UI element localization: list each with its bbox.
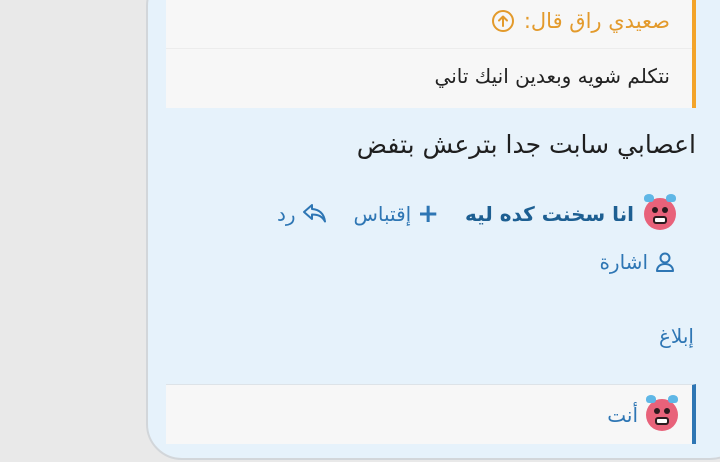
mention-label: اشارة xyxy=(599,250,648,274)
reactions-summary-label[interactable]: أنت xyxy=(607,403,638,427)
quote-button-label: إقتباس xyxy=(353,202,412,226)
reply-icon xyxy=(302,203,328,225)
quote-header[interactable]: صعيدي راق قال: xyxy=(491,4,670,38)
hot-face-emoji-icon xyxy=(646,395,678,431)
mention-button[interactable]: اشارة xyxy=(599,250,676,274)
quote-author[interactable]: صعيدي راق قال: xyxy=(524,9,670,33)
reactions-summary[interactable]: أنت xyxy=(166,384,696,444)
arrow-up-circle-icon[interactable] xyxy=(491,10,514,32)
post-message: اعصابي سابت جدا بترعش بتفض xyxy=(356,130,696,159)
report-link[interactable]: إبلاغ xyxy=(659,324,694,348)
quote-divider xyxy=(166,48,692,49)
reply-button[interactable]: رد xyxy=(277,202,328,226)
quote-text: نتكلم شويه وبعدين انيك تاني xyxy=(434,64,670,88)
hot-face-emoji-icon xyxy=(644,194,676,230)
plus-icon: + xyxy=(417,199,440,229)
post-actions: انا سخنت كده ليه + إقتباس رد xyxy=(277,194,676,232)
quote-block: صعيدي راق قال: نتكلم شويه وبعدين انيك تا… xyxy=(166,0,696,108)
user-icon xyxy=(654,251,676,273)
reaction-label: انا سخنت كده ليه xyxy=(465,202,634,226)
quote-button[interactable]: + إقتباس xyxy=(354,201,440,227)
reaction-button[interactable]: انا سخنت كده ليه xyxy=(465,194,676,230)
reply-button-label: رد xyxy=(276,202,296,226)
